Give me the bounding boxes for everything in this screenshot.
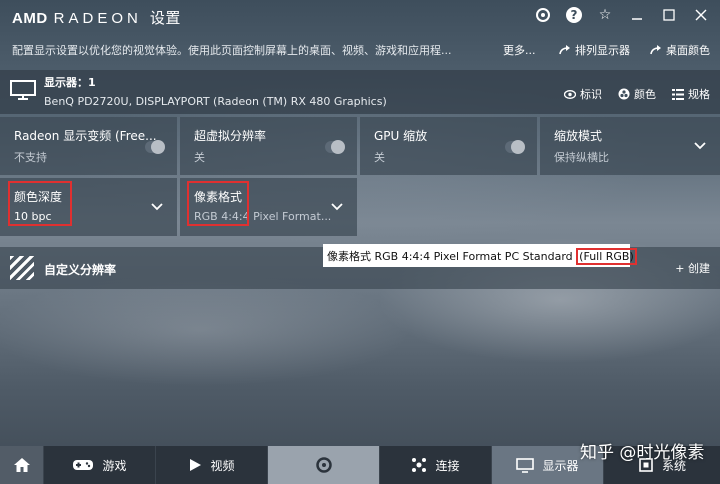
vsr-value: 关 bbox=[194, 151, 205, 164]
gpu-scaling-value: 关 bbox=[374, 151, 385, 164]
window-controls: ? ☆ bbox=[534, 6, 710, 24]
specs-label: 规格 bbox=[688, 88, 710, 101]
gpu-scaling-toggle[interactable] bbox=[505, 140, 525, 154]
app-logo: AMD RADEON 设置 bbox=[12, 7, 181, 28]
arrange-displays-button[interactable]: 排列显示器 bbox=[559, 42, 630, 58]
vsr-toggle[interactable] bbox=[325, 140, 345, 154]
product-text: RADEON bbox=[53, 10, 142, 27]
nav-video-label: 视频 bbox=[210, 458, 235, 473]
page-description-row: 配置显示设置以优化您的视觉体验。使用此页面控制屏幕上的桌面、视频、游戏和应用程.… bbox=[0, 38, 720, 60]
curved-arrow-icon bbox=[559, 45, 570, 55]
chevron-down-icon bbox=[331, 203, 343, 211]
refresh-icon[interactable] bbox=[534, 6, 552, 24]
gpu-scaling-title: GPU 缩放 bbox=[374, 129, 428, 143]
close-icon[interactable] bbox=[692, 6, 710, 24]
color-wheel-icon bbox=[618, 88, 630, 100]
display-info-panel[interactable]: 显示器：1 BenQ PD2720U, DISPLAYPORT (Radeon … bbox=[0, 70, 720, 114]
gpu-scaling-tile[interactable]: GPU 缩放 关 bbox=[360, 117, 537, 175]
virtual-super-resolution-tile[interactable]: 超虚拟分辨率 关 bbox=[180, 117, 357, 175]
relive-icon bbox=[315, 457, 332, 473]
help-icon[interactable]: ? bbox=[566, 7, 582, 23]
scaling-mode-title: 缩放模式 bbox=[554, 129, 603, 143]
freesync-toggle[interactable] bbox=[145, 140, 165, 154]
color-button[interactable]: 颜色 bbox=[618, 86, 656, 102]
vsr-title: 超虚拟分辨率 bbox=[194, 129, 267, 143]
custom-resolution-label: 自定义分辨率 bbox=[44, 263, 117, 277]
home-icon bbox=[13, 458, 30, 472]
specs-button[interactable]: 规格 bbox=[672, 86, 710, 102]
monitor-icon bbox=[516, 457, 535, 473]
desktop-color-label: 桌面颜色 bbox=[666, 44, 710, 57]
eye-icon bbox=[564, 89, 576, 99]
monitor-icon bbox=[10, 80, 36, 100]
display-actions: 标识 颜色 规格 bbox=[564, 86, 710, 102]
page-description: 配置显示设置以优化您的视觉体验。使用此页面控制屏幕上的桌面、视频、游戏和应用程.… bbox=[12, 44, 452, 57]
display-label: 显示器：1 bbox=[44, 76, 96, 89]
minimize-icon[interactable] bbox=[628, 6, 646, 24]
identify-label: 标识 bbox=[580, 88, 602, 101]
brand-text: AMD bbox=[12, 10, 48, 27]
desktop-color-button[interactable]: 桌面颜色 bbox=[650, 42, 710, 58]
nav-video[interactable]: 视频 bbox=[156, 446, 268, 484]
pixel-format-tooltip: 像素格式 RGB 4:4:4 Pixel Format PC Standard … bbox=[323, 244, 637, 267]
freesync-title: Radeon 显示变频 (Free... bbox=[14, 129, 157, 143]
scaling-mode-tile[interactable]: 缩放模式 保持纵横比 bbox=[540, 117, 720, 175]
title-bar: AMD RADEON 设置 ? ☆ bbox=[0, 0, 720, 32]
play-icon bbox=[190, 459, 202, 471]
display-model: BenQ PD2720U, DISPLAYPORT (Radeon (TM) R… bbox=[44, 95, 387, 108]
connect-icon bbox=[412, 458, 427, 472]
identify-button[interactable]: 标识 bbox=[564, 86, 602, 102]
curved-arrow-icon bbox=[650, 45, 661, 55]
watermark: 知乎 @时光像素 bbox=[580, 443, 705, 463]
tooltip-text: 像素格式 RGB 4:4:4 Pixel Format PC Standard bbox=[327, 250, 577, 263]
chevron-down-icon bbox=[694, 142, 706, 150]
chevron-down-icon bbox=[151, 203, 163, 211]
maximize-icon[interactable] bbox=[660, 6, 678, 24]
freesync-value: 不支持 bbox=[14, 151, 47, 164]
tooltip-highlight: (Full RGB) bbox=[576, 248, 637, 265]
stripes-icon bbox=[10, 256, 34, 280]
gamepad-icon bbox=[73, 460, 94, 470]
scaling-mode-value: 保持纵横比 bbox=[554, 151, 609, 164]
section-title: 设置 bbox=[149, 10, 181, 27]
freesync-tile[interactable]: Radeon 显示变频 (Free... 不支持 bbox=[0, 117, 177, 175]
nav-home[interactable] bbox=[0, 446, 44, 484]
nav-display-label: 显示器 bbox=[542, 458, 579, 473]
list-icon bbox=[672, 88, 684, 100]
nav-connect[interactable]: 连接 bbox=[380, 446, 492, 484]
star-icon[interactable]: ☆ bbox=[596, 6, 614, 24]
nav-relive[interactable] bbox=[268, 446, 380, 484]
nav-games[interactable]: 游戏 bbox=[44, 446, 156, 484]
more-link[interactable]: 更多... bbox=[503, 42, 536, 58]
nav-connect-label: 连接 bbox=[435, 458, 460, 473]
arrange-displays-label: 排列显示器 bbox=[575, 44, 630, 57]
pixel-format-highlight bbox=[187, 181, 249, 226]
color-label: 颜色 bbox=[634, 88, 656, 101]
nav-games-label: 游戏 bbox=[102, 458, 127, 473]
color-depth-highlight bbox=[8, 181, 72, 226]
create-button[interactable]: + 创建 bbox=[675, 260, 710, 276]
